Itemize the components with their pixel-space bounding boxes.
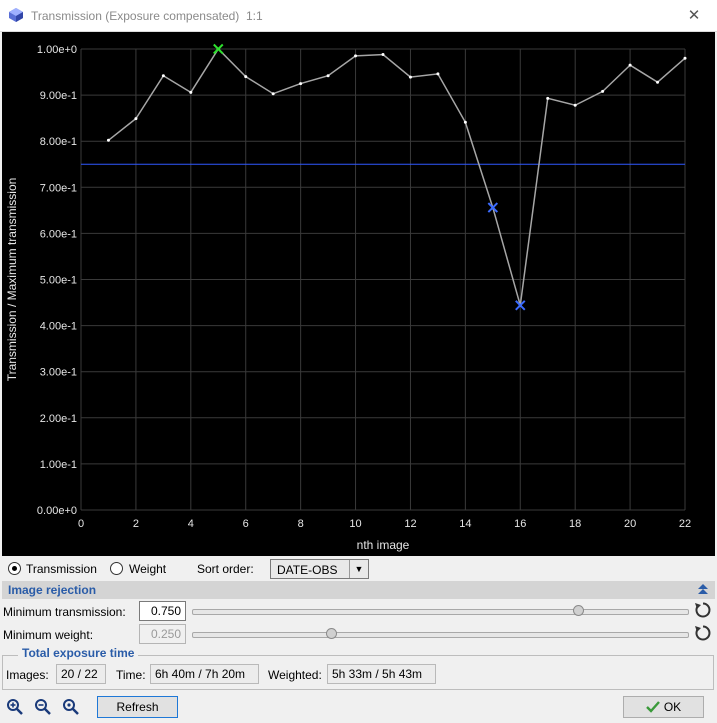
time-label: Time: (116, 668, 146, 682)
y-tick-label: 1.00e-1 (40, 459, 77, 471)
data-point (244, 75, 248, 79)
min-transmission-input[interactable]: 0.750 (139, 601, 186, 621)
y-tick-label: 2.00e-1 (40, 413, 77, 425)
min-transmission-slider[interactable] (192, 609, 689, 615)
chevron-down-icon: ▼ (349, 560, 368, 578)
y-tick-label: 6.00e-1 (40, 228, 77, 240)
zoom-in-icon[interactable] (6, 698, 24, 716)
data-point (106, 138, 110, 142)
min-weight-label: Minimum weight: (3, 628, 94, 642)
exposure-group-title: Total exposure time (18, 646, 139, 660)
x-tick-label: 0 (78, 518, 84, 530)
x-tick-label: 2 (133, 518, 139, 530)
zoom-out-icon[interactable] (34, 698, 52, 716)
image-rejection-header[interactable]: Image rejection (2, 581, 715, 599)
x-tick-label: 22 (679, 518, 691, 530)
data-point (546, 96, 550, 100)
sort-order-select[interactable]: DATE-OBS ▼ (270, 559, 369, 579)
x-tick-label: 4 (188, 518, 194, 530)
marker-x (487, 202, 499, 213)
data-point (354, 54, 358, 58)
x-axis-label: nth image (357, 538, 410, 552)
mode-row: Transmission Weight Sort order: DATE-OBS… (0, 558, 717, 580)
images-label: Images: (6, 668, 49, 682)
data-point (656, 80, 660, 84)
zoom-fit-icon[interactable] (62, 698, 80, 716)
title-bar: Transmission (Exposure compensated) 1:1 … (0, 0, 717, 32)
y-tick-label: 8.00e-1 (40, 136, 77, 148)
y-tick-label: 3.00e-1 (40, 367, 77, 379)
x-tick-label: 8 (298, 518, 304, 530)
weight-radio-label[interactable]: Weight (129, 562, 166, 576)
y-tick-label: 7.00e-1 (40, 182, 77, 194)
x-tick-label: 12 (404, 518, 416, 530)
chart-svg: 0 2 4 6 8 10 12 14 16 18 20 22 0.00e+0 1.00e-1 2.00e-1… (5, 43, 691, 552)
window-title: Transmission (Exposure compensated) 1:1 (31, 9, 263, 23)
sort-order-value: DATE-OBS (277, 563, 338, 577)
x-tick-label: 18 (569, 518, 581, 530)
data-point (381, 53, 385, 57)
data-point (189, 90, 193, 94)
data-point (326, 74, 330, 78)
reset-icon[interactable] (694, 624, 712, 642)
data-point (573, 103, 577, 107)
transmission-radio-label[interactable]: Transmission (26, 562, 97, 576)
close-button[interactable]: ✕ (671, 0, 717, 31)
min-weight-slider[interactable] (192, 632, 689, 638)
data-point (134, 117, 138, 121)
ok-label: OK (663, 700, 682, 714)
data-point (408, 75, 412, 79)
data-point (601, 89, 605, 93)
data-point (436, 72, 440, 76)
y-tick-label: 9.00e-1 (40, 90, 77, 102)
collapse-icon[interactable] (697, 583, 709, 596)
y-tick-label: 4.00e-1 (40, 321, 77, 333)
weight-radio[interactable] (110, 562, 123, 575)
section-title: Image rejection (8, 583, 97, 597)
images-value: 20 / 22 (56, 664, 106, 684)
y-tick-label: 5.00e-1 (40, 275, 77, 287)
x-tick-label: 10 (349, 518, 361, 530)
y-tick-label: 0.00e+0 (37, 505, 77, 517)
data-point (299, 82, 303, 86)
x-tick-label: 14 (459, 518, 471, 530)
transmission-radio[interactable] (8, 562, 21, 575)
y-tick-label: 1.00e+0 (37, 44, 77, 56)
min-transmission-row: Minimum transmission: 0.750 (0, 601, 717, 623)
min-weight-row: Minimum weight: 0.250 (0, 624, 717, 646)
y-axis-label: Transmission / Maximum transmission (5, 178, 19, 382)
data-point (271, 92, 275, 96)
ok-button[interactable]: OK (623, 696, 704, 718)
reset-icon[interactable] (694, 601, 712, 619)
app-cube-icon (9, 8, 23, 22)
series-line (107, 47, 686, 306)
x-tick-label: 20 (624, 518, 636, 530)
time-value: 6h 40m / 7h 20m (150, 664, 259, 684)
refresh-button[interactable]: Refresh (97, 696, 178, 718)
data-point (683, 56, 687, 60)
x-tick-label: 16 (514, 518, 526, 530)
sort-order-label: Sort order: (197, 562, 254, 576)
weighted-value: 5h 33m / 5h 43m (327, 664, 436, 684)
data-point (161, 74, 165, 78)
transmission-plot[interactable]: 0 2 4 6 8 10 12 14 16 18 20 22 0.00e+0 1.00e-1 2.00e-1… (2, 32, 715, 556)
weighted-label: Weighted: (268, 668, 322, 682)
zoom-level: 1:1 (245, 9, 263, 23)
x-tick-label: 6 (243, 518, 249, 530)
data-point (463, 120, 467, 124)
min-transmission-label: Minimum transmission: (3, 605, 126, 619)
min-weight-slider-handle[interactable] (325, 628, 337, 639)
min-weight-input: 0.250 (139, 624, 186, 644)
check-icon (645, 701, 660, 713)
data-point (628, 63, 632, 67)
